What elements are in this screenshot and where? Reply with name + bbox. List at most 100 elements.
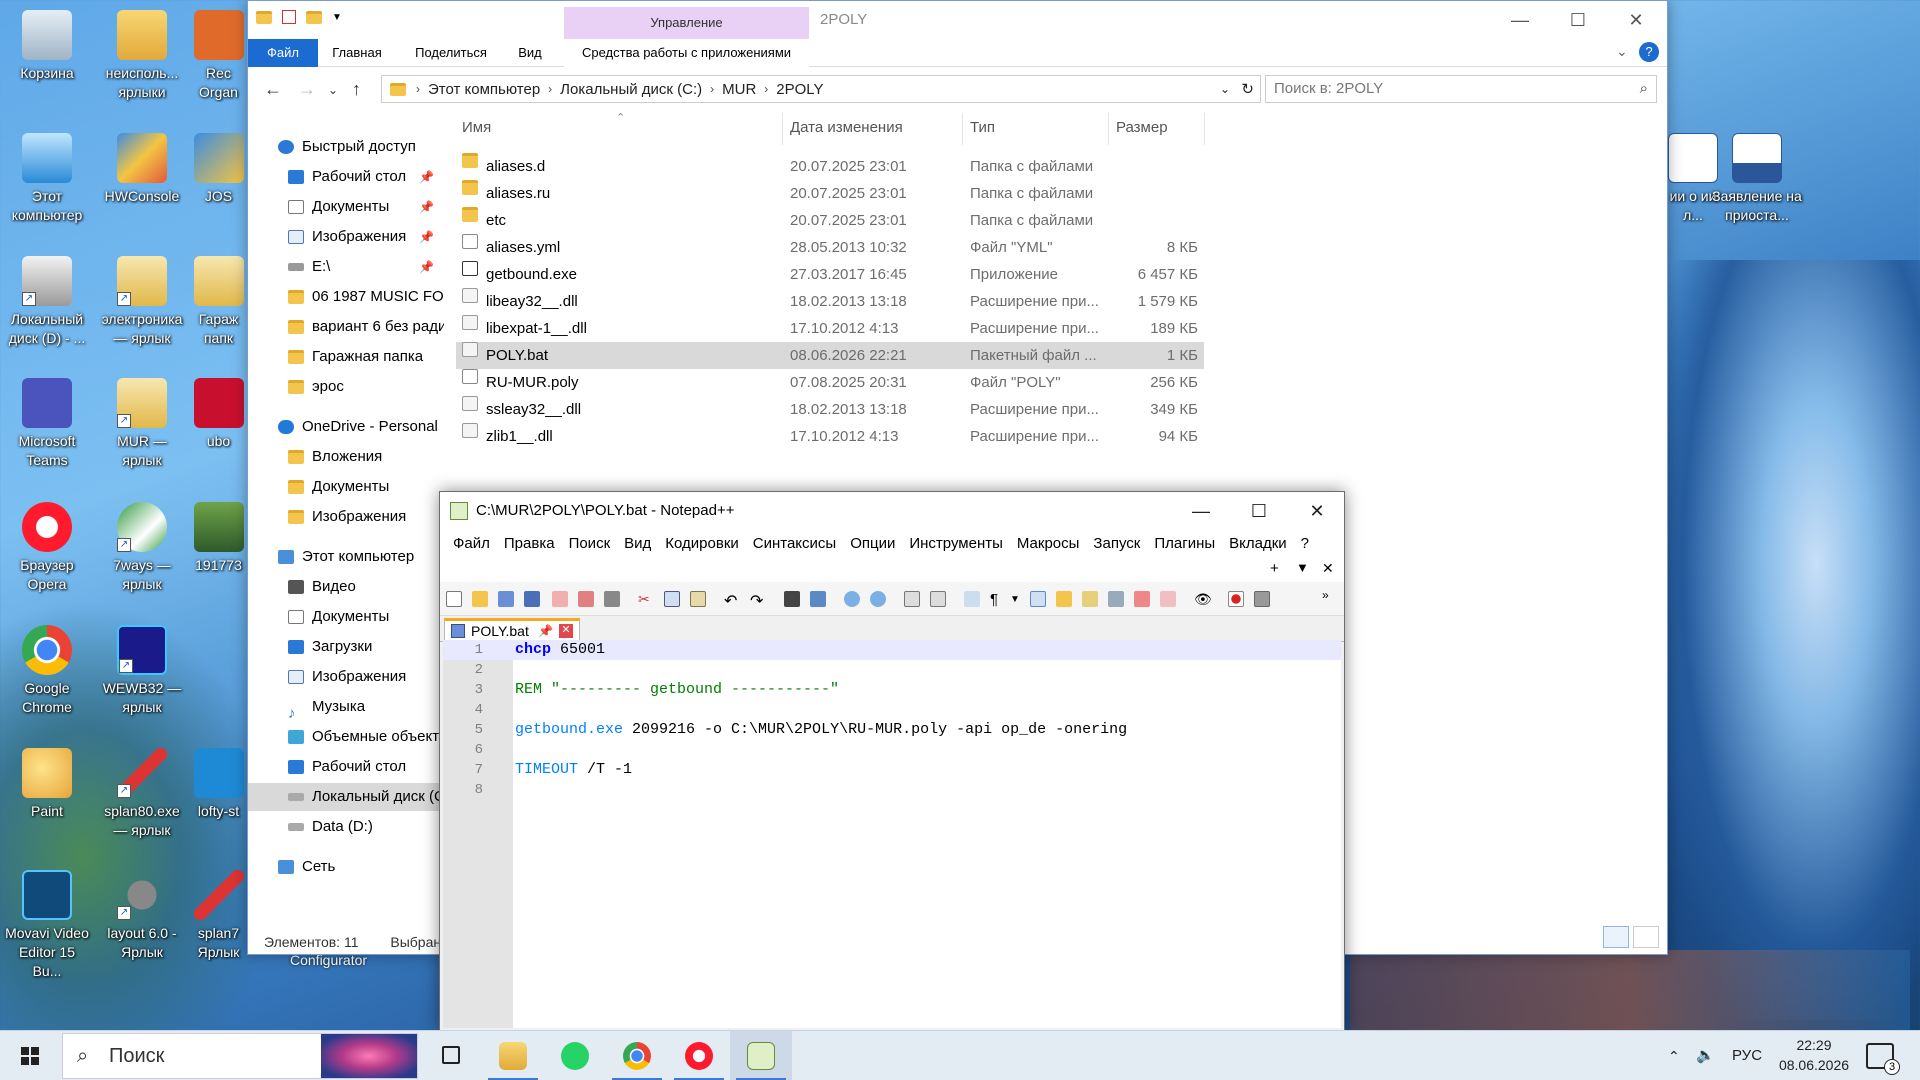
nav-qa-documents[interactable]: Документы 📌 xyxy=(248,193,444,221)
desktop-icon-mur[interactable]: ↗ MUR — ярлык xyxy=(98,378,186,470)
nav-pc-downloads[interactable]: Загрузки xyxy=(248,633,444,661)
nav-pc-drive-c[interactable]: Локальный диск (C xyxy=(248,783,444,811)
menu-edit[interactable]: Правка xyxy=(497,530,562,558)
desktop-icon-recycle-bin[interactable]: Корзина xyxy=(3,10,91,83)
nav-qa-music-folder[interactable]: 06 1987 MUSIC FOR xyxy=(248,283,444,311)
menu-search[interactable]: Поиск xyxy=(562,530,618,558)
file-row[interactable]: libexpat-1__.dll 17.10.2012 4:13 Расширени… xyxy=(456,315,1256,342)
desktop-icon-hwconsole[interactable]: HWConsole xyxy=(98,133,186,206)
taskbar-whatsapp[interactable] xyxy=(544,1031,606,1080)
start-button[interactable] xyxy=(0,1031,60,1080)
dropdown-icon[interactable]: ▼ xyxy=(1010,594,1026,610)
breadcrumb-drive-c[interactable]: Локальный диск (C:) xyxy=(560,81,702,98)
desktop-icon-wewb32[interactable]: ↗ WEWB32 — ярлык xyxy=(98,625,186,717)
close-button[interactable]: ✕ xyxy=(1607,1,1665,39)
desktop-icon-lofty[interactable]: lofty-st xyxy=(190,748,247,821)
close-file-icon[interactable] xyxy=(552,591,568,607)
paste-icon[interactable] xyxy=(690,591,706,607)
print-icon[interactable] xyxy=(604,591,620,607)
refresh-icon[interactable]: ↻ xyxy=(1241,80,1254,98)
column-name[interactable]: Имя xyxy=(462,119,491,136)
up-arrow-icon[interactable]: ↑ xyxy=(352,79,361,100)
code-line[interactable]: 1 chcp 65001 xyxy=(443,640,1341,660)
desktop-icon-splan7[interactable]: splan7 Ярлык xyxy=(190,870,247,962)
checkbox-icon[interactable] xyxy=(282,10,296,24)
monitoring-icon[interactable]: 👁 xyxy=(1194,591,1212,607)
tab-share[interactable]: Поделиться xyxy=(406,39,496,67)
tab-list-dropdown-icon[interactable]: ▼ xyxy=(1296,560,1309,575)
language-indicator[interactable]: РУС xyxy=(1732,1031,1762,1080)
nav-pc-3d-objects[interactable]: Объемные объект xyxy=(248,723,444,751)
nav-network[interactable]: Сеть xyxy=(248,853,444,881)
breadcrumb-this-pc[interactable]: Этот компьютер xyxy=(428,81,540,98)
column-type[interactable]: Тип xyxy=(970,119,995,136)
file-row[interactable]: RU-MUR.poly 07.08.2025 20:31 Файл "POLY" 25… xyxy=(456,369,1256,396)
close-tab-icon[interactable]: ✕ xyxy=(1322,560,1334,577)
details-view-icon[interactable] xyxy=(1603,926,1629,948)
nav-qa-eros-folder[interactable]: эрос xyxy=(248,373,444,401)
nav-this-pc[interactable]: Этот компьютер xyxy=(248,543,444,571)
recent-chevron-icon[interactable]: ⌄ xyxy=(328,83,338,97)
indent-guide-icon[interactable] xyxy=(1030,591,1046,607)
close-all-icon[interactable] xyxy=(578,591,594,607)
menu-file[interactable]: Файл xyxy=(446,530,497,558)
code-line[interactable]: 2 xyxy=(443,660,1341,680)
menu-window[interactable]: Вкладки xyxy=(1222,530,1294,558)
nav-pc-videos[interactable]: Видео xyxy=(248,573,444,601)
file-row[interactable]: libeay32__.dll 18.02.2013 13:18 Расширение… xyxy=(456,288,1256,315)
udl-icon[interactable] xyxy=(1056,591,1072,607)
menu-encoding[interactable]: Кодировки xyxy=(658,530,745,558)
chevron-down-icon[interactable]: ▼ xyxy=(332,12,342,23)
desktop-icon-movavi[interactable]: Movavi Video Editor 15 Bu... xyxy=(3,870,91,981)
new-file-icon[interactable] xyxy=(446,591,462,607)
nav-pc-drive-d[interactable]: Data (D:) xyxy=(248,813,444,841)
sync-vertical-icon[interactable] xyxy=(904,591,920,607)
volume-icon[interactable]: 🔈 xyxy=(1696,1031,1715,1080)
doc-map-icon[interactable] xyxy=(1082,591,1098,607)
minimize-button[interactable]: — xyxy=(1491,1,1549,39)
menu-help[interactable]: ? xyxy=(1294,530,1316,558)
tab-app-tools[interactable]: Средства работы с приложениями xyxy=(564,39,809,67)
file-row[interactable]: zlib1__.dll 17.10.2012 4:13 Расширение при… xyxy=(456,423,1256,450)
menu-tools[interactable]: Инструменты xyxy=(902,530,1010,558)
notification-center-icon[interactable]: 3 xyxy=(1866,1043,1900,1075)
new-folder-icon[interactable] xyxy=(306,10,322,24)
desktop-icon-paint[interactable]: Paint xyxy=(3,748,91,821)
taskbar-explorer[interactable] xyxy=(482,1031,544,1080)
file-row[interactable]: getbound.exe 27.03.2017 16:45 Приложение 6 … xyxy=(456,261,1256,288)
desktop-icon-jos[interactable]: JOS xyxy=(190,133,247,206)
save-icon[interactable] xyxy=(498,591,514,607)
tab-home[interactable]: Главная xyxy=(322,39,392,67)
nav-quick-access[interactable]: Быстрый доступ xyxy=(248,133,444,161)
nav-qa-garage-folder[interactable]: Гаражная папка xyxy=(248,343,444,371)
minimize-button[interactable]: — xyxy=(1172,492,1230,530)
address-dropdown-icon[interactable]: ⌄ xyxy=(1220,82,1230,96)
close-button[interactable]: ✕ xyxy=(1288,492,1346,530)
nav-pc-pictures[interactable]: Изображения xyxy=(248,663,444,691)
nav-qa-variant-folder[interactable]: вариант 6 без ради xyxy=(248,313,444,341)
file-row[interactable]: aliases.yml 28.05.2013 10:32 Файл "YML" 8 К… xyxy=(456,234,1256,261)
desktop-icon-electronics[interactable]: ↗ электроника — ярлык xyxy=(98,256,186,348)
taskbar-chrome[interactable] xyxy=(606,1031,668,1080)
menu-view[interactable]: Вид xyxy=(617,530,658,558)
code-line[interactable]: 4 xyxy=(443,700,1341,720)
nav-od-pictures[interactable]: Изображения xyxy=(248,503,444,531)
column-size[interactable]: Размер xyxy=(1116,119,1168,136)
menu-plugins[interactable]: Плагины xyxy=(1147,530,1222,558)
nav-qa-drive-e[interactable]: E:\ 📌 xyxy=(248,253,444,281)
desktop-icon-drive-d[interactable]: ↗ Локальный диск (D) - ... xyxy=(3,256,91,348)
address-bar[interactable]: › Этот компьютер › Локальный диск (C:) ›… xyxy=(381,75,1261,103)
find-icon[interactable] xyxy=(784,591,800,607)
desktop-icon-7ways[interactable]: ↗ 7ways — ярлык xyxy=(98,502,186,594)
desktop-icon-this-pc[interactable]: Этот компьютер xyxy=(3,133,91,225)
nav-pc-music[interactable]: ♪ Музыка xyxy=(248,693,444,722)
nav-qa-pictures[interactable]: Изображения 📌 xyxy=(248,223,444,251)
nav-od-documents[interactable]: Документы xyxy=(248,473,444,501)
nav-pc-desktop[interactable]: Рабочий стол xyxy=(248,753,444,781)
folder-workspace-icon[interactable] xyxy=(1160,591,1176,607)
stop-macro-icon[interactable] xyxy=(1254,591,1270,607)
file-row[interactable]: POLY.bat 08.06.2026 22:21 Пакетный файл ..… xyxy=(456,342,1204,369)
desktop-icon-zayavlenie[interactable]: Заявление на приоста... xyxy=(1710,133,1804,225)
taskbar-notepad-plus-plus[interactable] xyxy=(730,1031,792,1080)
show-all-chars-icon[interactable]: ¶ xyxy=(990,591,1006,608)
